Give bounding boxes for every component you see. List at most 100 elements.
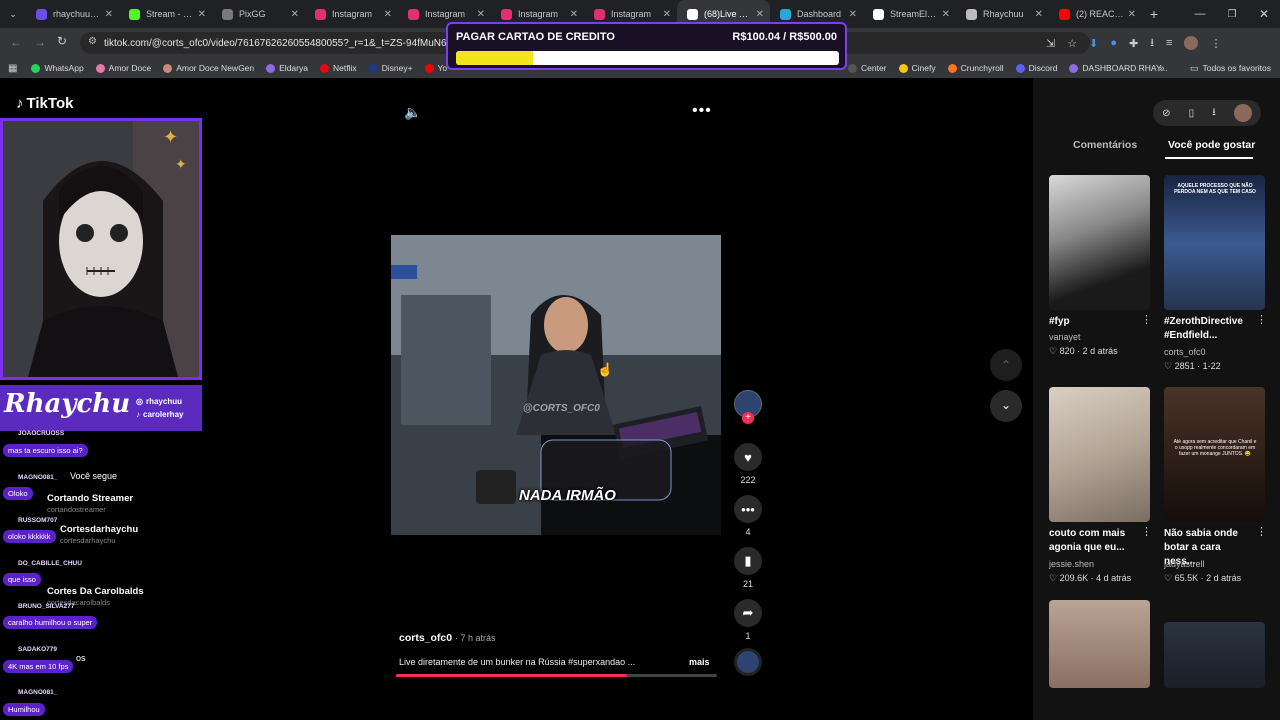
tab-close-icon[interactable]: ✕	[570, 9, 578, 20]
download-icon[interactable]: ⭳	[1212, 105, 1216, 122]
recommended-video-user[interactable]: jessie.shen	[1049, 559, 1094, 569]
tab-close-icon[interactable]: ✕	[477, 9, 485, 20]
all-bookmarks-folder[interactable]: ▭ Todos os favoritos	[1190, 63, 1271, 74]
author-avatar-button[interactable]: +	[733, 390, 763, 424]
bookmark-item[interactable]: DASHBOARD RHAY...	[1069, 63, 1168, 73]
tab-close-icon[interactable]: ✕	[198, 9, 206, 20]
bookmark-item[interactable]: Center	[848, 63, 887, 73]
user-avatar[interactable]	[1233, 104, 1252, 122]
browser-tab[interactable]: PixGG ✕	[212, 0, 305, 28]
recommended-video-thumbnail[interactable]	[1049, 387, 1150, 522]
extension-download-icon[interactable]: ⬇	[1089, 37, 1098, 50]
tab-comments[interactable]: Comentários	[1073, 139, 1137, 151]
video-author[interactable]: corts_ofc0	[399, 632, 452, 644]
bookmark-item[interactable]: Amor Doce	[95, 63, 151, 73]
tab-close-icon[interactable]: ✕	[1128, 9, 1136, 20]
more-options-icon[interactable]: ⋮	[1141, 525, 1152, 538]
share-button[interactable]: ➦ 1	[733, 599, 763, 641]
recommended-video-user[interactable]: corts_ofc0	[1164, 347, 1206, 357]
tab-close-icon[interactable]: ✕	[663, 9, 671, 20]
chat-username: DO_CABILLE_CHUU	[18, 560, 82, 567]
tab-search-button[interactable]: ⌄	[0, 0, 26, 28]
volume-icon[interactable]: 🔈	[404, 104, 421, 121]
tab-you-may-like[interactable]: Você pode gostar	[1168, 139, 1255, 151]
tab-close-icon[interactable]: ✕	[1035, 9, 1043, 20]
recommended-video-thumbnail[interactable]: AQUELE PROCESSO QUE NÃO PERDOA NEM AS QU…	[1164, 175, 1265, 310]
compass-icon[interactable]: ⊘	[1162, 108, 1170, 119]
recommended-video-thumbnail[interactable]	[1164, 622, 1265, 688]
back-icon[interactable]: ←	[10, 35, 22, 49]
recommended-video-thumbnail[interactable]	[1049, 600, 1150, 688]
tab-favicon-icon	[408, 8, 419, 20]
browser-tab[interactable]: Stream - Kic ✕	[119, 0, 212, 28]
browser-tab[interactable]: rhaychuu - T ✕	[26, 0, 119, 28]
video-progress-bar[interactable]	[396, 674, 717, 677]
recommended-video-user[interactable]: jadyastrell	[1164, 559, 1205, 569]
bookmark-item[interactable]: Cinefy	[898, 63, 936, 73]
more-options-icon[interactable]: ⋮	[1256, 313, 1267, 326]
bookmark-item[interactable]: Discord	[1015, 63, 1057, 73]
tab-title: PixGG	[239, 9, 266, 19]
like-button[interactable]: ♥ 222	[733, 443, 763, 485]
recommended-video-thumbnail[interactable]	[1049, 175, 1150, 310]
previous-video-button[interactable]: ⌃	[990, 349, 1022, 381]
new-tab-button[interactable]: +	[1142, 6, 1166, 22]
extensions-icon[interactable]: ✚	[1129, 37, 1138, 50]
more-options-icon[interactable]: ⋮	[1141, 313, 1152, 326]
tab-close-icon[interactable]: ✕	[384, 9, 392, 20]
recommended-video-thumbnail[interactable]: Até agora sem acreditar que Chanil e o u…	[1164, 387, 1265, 522]
bookmark-item[interactable]: Crunchyroll	[947, 63, 1004, 73]
forward-icon[interactable]: →	[34, 35, 46, 49]
tiktok-logo[interactable]: ♪ TikTok	[16, 95, 73, 112]
more-link[interactable]: mais	[689, 657, 710, 667]
apps-grid-icon[interactable]: ▦	[8, 63, 17, 74]
minimize-button[interactable]: —	[1184, 8, 1216, 20]
browser-tab[interactable]: Instagram ✕	[305, 0, 398, 28]
recommended-video-title[interactable]: #fyp	[1049, 315, 1139, 329]
bookmark-item[interactable]: WhatsApp	[31, 63, 84, 73]
bookmark-favicon-icon	[31, 63, 41, 73]
video-player[interactable]: @CORTS_OFC0 NADA IRMÃO	[391, 235, 721, 535]
menu-icon[interactable]: ⋮	[1210, 37, 1221, 50]
bookmark-item[interactable]: Amor Doce NewGen	[163, 63, 254, 73]
tab-close-icon[interactable]: ✕	[291, 9, 299, 20]
tab-close-icon[interactable]: ✕	[105, 9, 113, 20]
reload-icon[interactable]: ↻	[57, 34, 67, 48]
sidebar-account-name[interactable]: Cortando Streamer	[47, 493, 133, 504]
downloads-icon[interactable]: ⭳	[1150, 34, 1154, 53]
recommended-video-title[interactable]: #ZerothDirective #Endfield...	[1164, 315, 1254, 343]
browser-tab[interactable]: Rhaychuu ✕	[956, 0, 1049, 28]
browser-tab[interactable]: (2) REACT X ✕	[1049, 0, 1142, 28]
bookmark-item[interactable]: Eldarya	[266, 63, 308, 73]
maximize-button[interactable]: ❐	[1216, 9, 1248, 20]
comment-icon: •••	[734, 495, 762, 523]
phone-icon[interactable]: ▯	[1189, 108, 1195, 119]
more-options-icon[interactable]: •••	[692, 102, 712, 120]
media-icon[interactable]: ≡	[1166, 37, 1172, 49]
bookmark-star-icon[interactable]: ☆	[1067, 37, 1077, 50]
save-button[interactable]: ▮ 21	[733, 547, 763, 589]
install-icon[interactable]: ⇲	[1046, 37, 1055, 50]
more-options-icon[interactable]: ⋮	[1256, 525, 1267, 538]
bookmark-item[interactable]: Yo	[424, 63, 447, 73]
extension-drop-icon[interactable]: ●	[1110, 37, 1117, 49]
tab-close-icon[interactable]: ✕	[849, 9, 857, 20]
next-video-button[interactable]: ⌄	[990, 390, 1022, 422]
sidebar-account-handle: cortesdarhaychu	[60, 536, 116, 545]
tab-close-icon[interactable]: ✕	[942, 9, 950, 20]
bookmarks-overflow-icon[interactable]: »	[1159, 63, 1165, 74]
bookmark-item[interactable]: Netflix	[319, 63, 357, 73]
comment-button[interactable]: ••• 4	[733, 495, 763, 537]
sidebar-account-name[interactable]: Cortesdarhaychu	[60, 524, 138, 535]
sidebar-account-name[interactable]: Cortes Da Carolbalds	[47, 586, 144, 597]
browser-tab[interactable]: StreamElem ✕	[863, 0, 956, 28]
close-window-button[interactable]: ✕	[1248, 7, 1280, 21]
music-disc-avatar[interactable]	[734, 648, 762, 676]
profile-avatar[interactable]	[1184, 36, 1199, 50]
bookmark-item[interactable]: Disney+	[368, 63, 413, 73]
recommended-video-title[interactable]: couto com mais agonia que eu...	[1049, 527, 1139, 555]
recommended-video-user[interactable]: vanayet	[1049, 332, 1081, 342]
follow-plus-icon[interactable]: +	[742, 412, 754, 424]
tab-close-icon[interactable]: ✕	[756, 9, 764, 20]
site-info-icon[interactable]: ⚙	[88, 36, 97, 47]
